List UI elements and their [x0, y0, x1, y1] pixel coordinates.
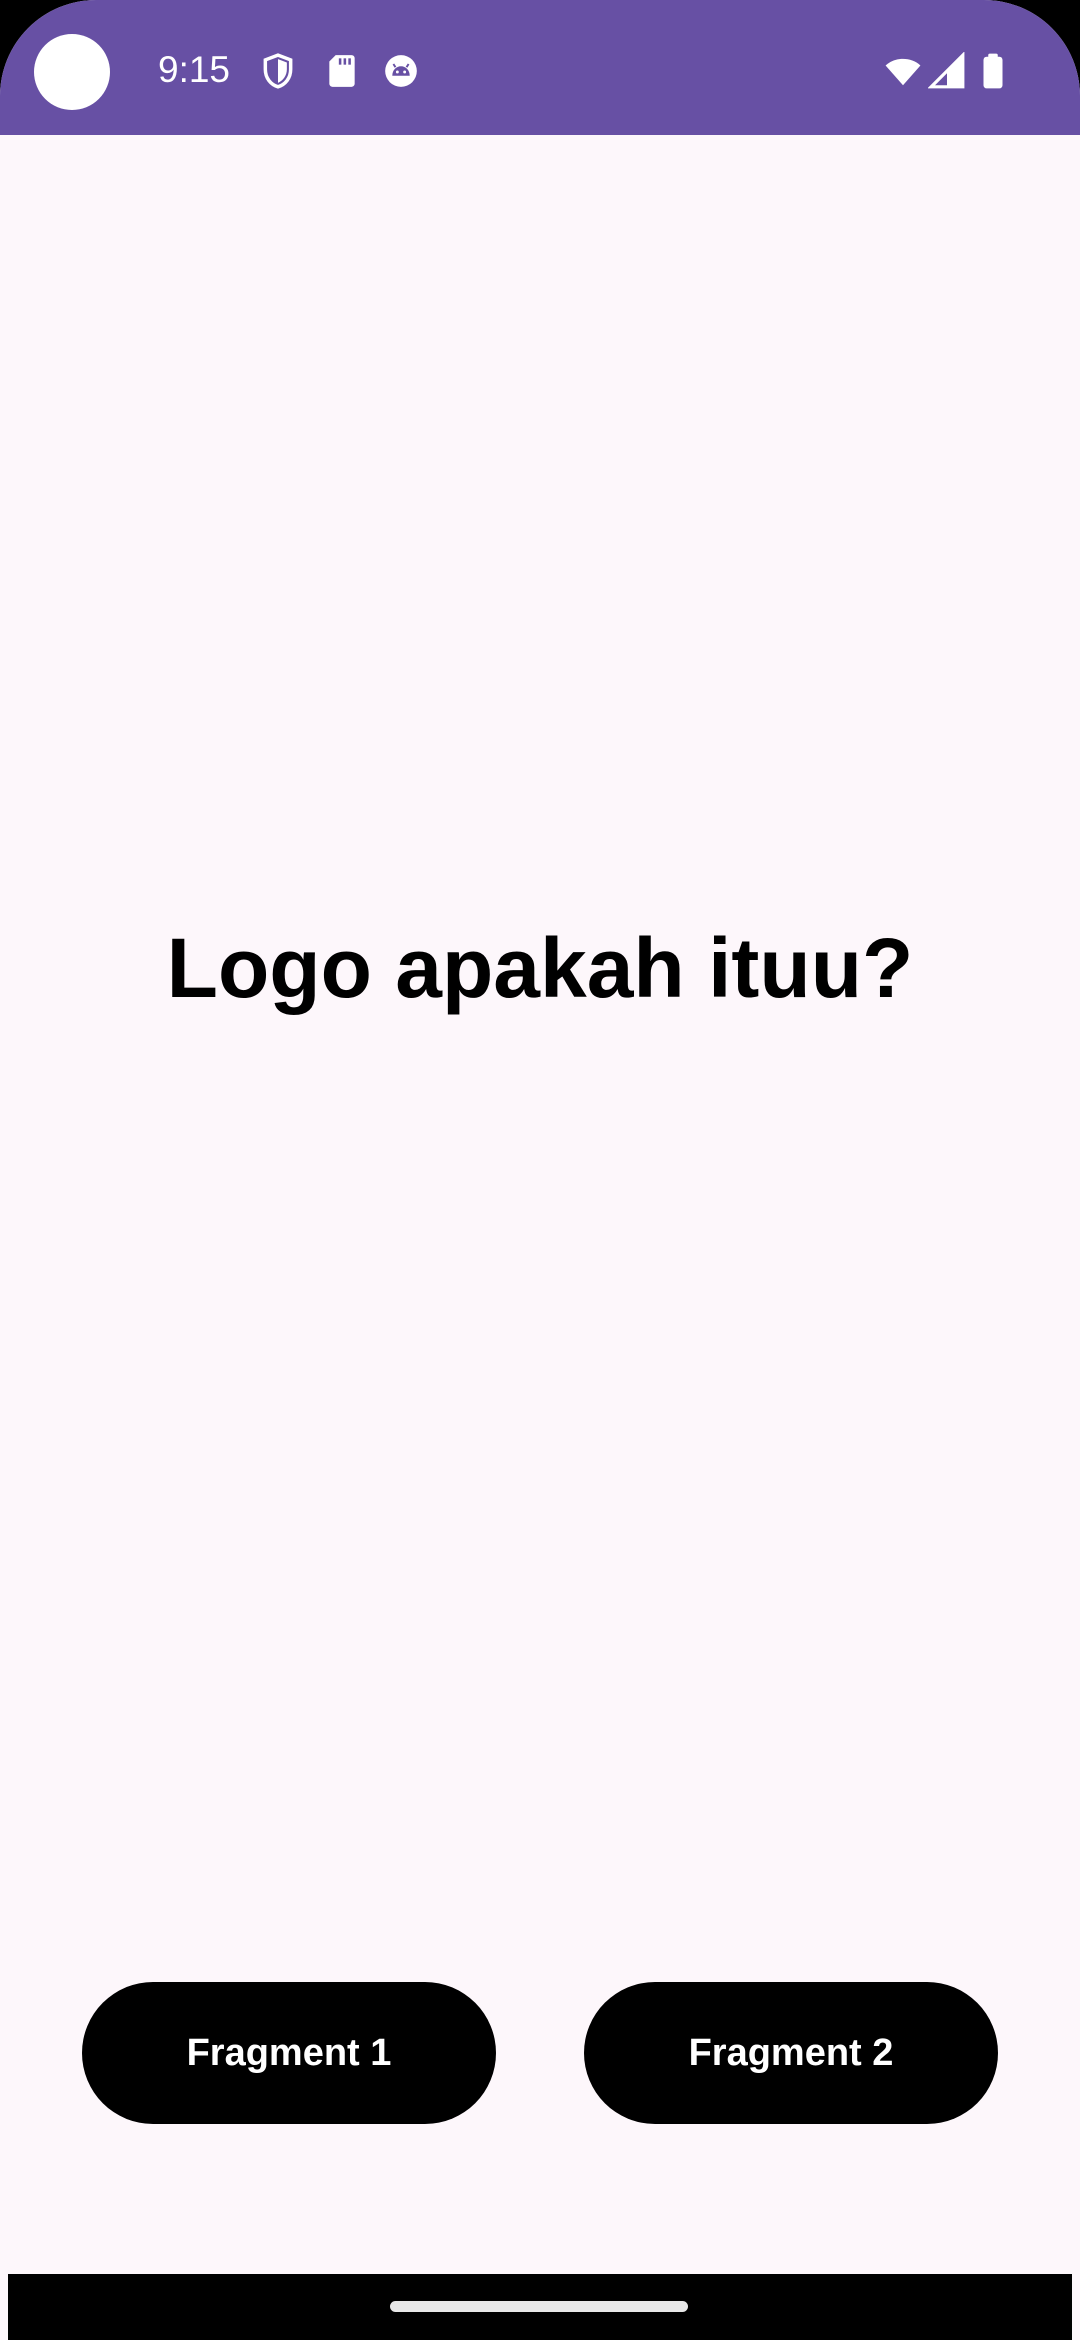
battery-icon: [974, 52, 1012, 90]
android-debug-icon: [382, 52, 420, 90]
headline-text: Logo apakah ituu?: [166, 921, 914, 1015]
nav-bar-edge: [0, 2274, 8, 2340]
status-time: 9:15: [158, 49, 231, 90]
nav-bar-edge: [1072, 2274, 1080, 2340]
status-bar: 9:15: [0, 0, 1080, 135]
fragment-1-button[interactable]: Fragment 1: [82, 1982, 496, 2124]
fragment-2-button[interactable]: Fragment 2: [584, 1982, 998, 2124]
wifi-icon: [882, 52, 924, 90]
shield-icon: [259, 52, 297, 90]
app-screen: 9:15 Logo apakah ituu? Fragment 1 Fragme…: [0, 0, 1080, 2340]
cell-signal-icon: [928, 52, 966, 90]
gesture-handle[interactable]: [390, 2301, 688, 2312]
sd-card-icon: [323, 52, 361, 90]
camera-cutout: [34, 34, 110, 110]
